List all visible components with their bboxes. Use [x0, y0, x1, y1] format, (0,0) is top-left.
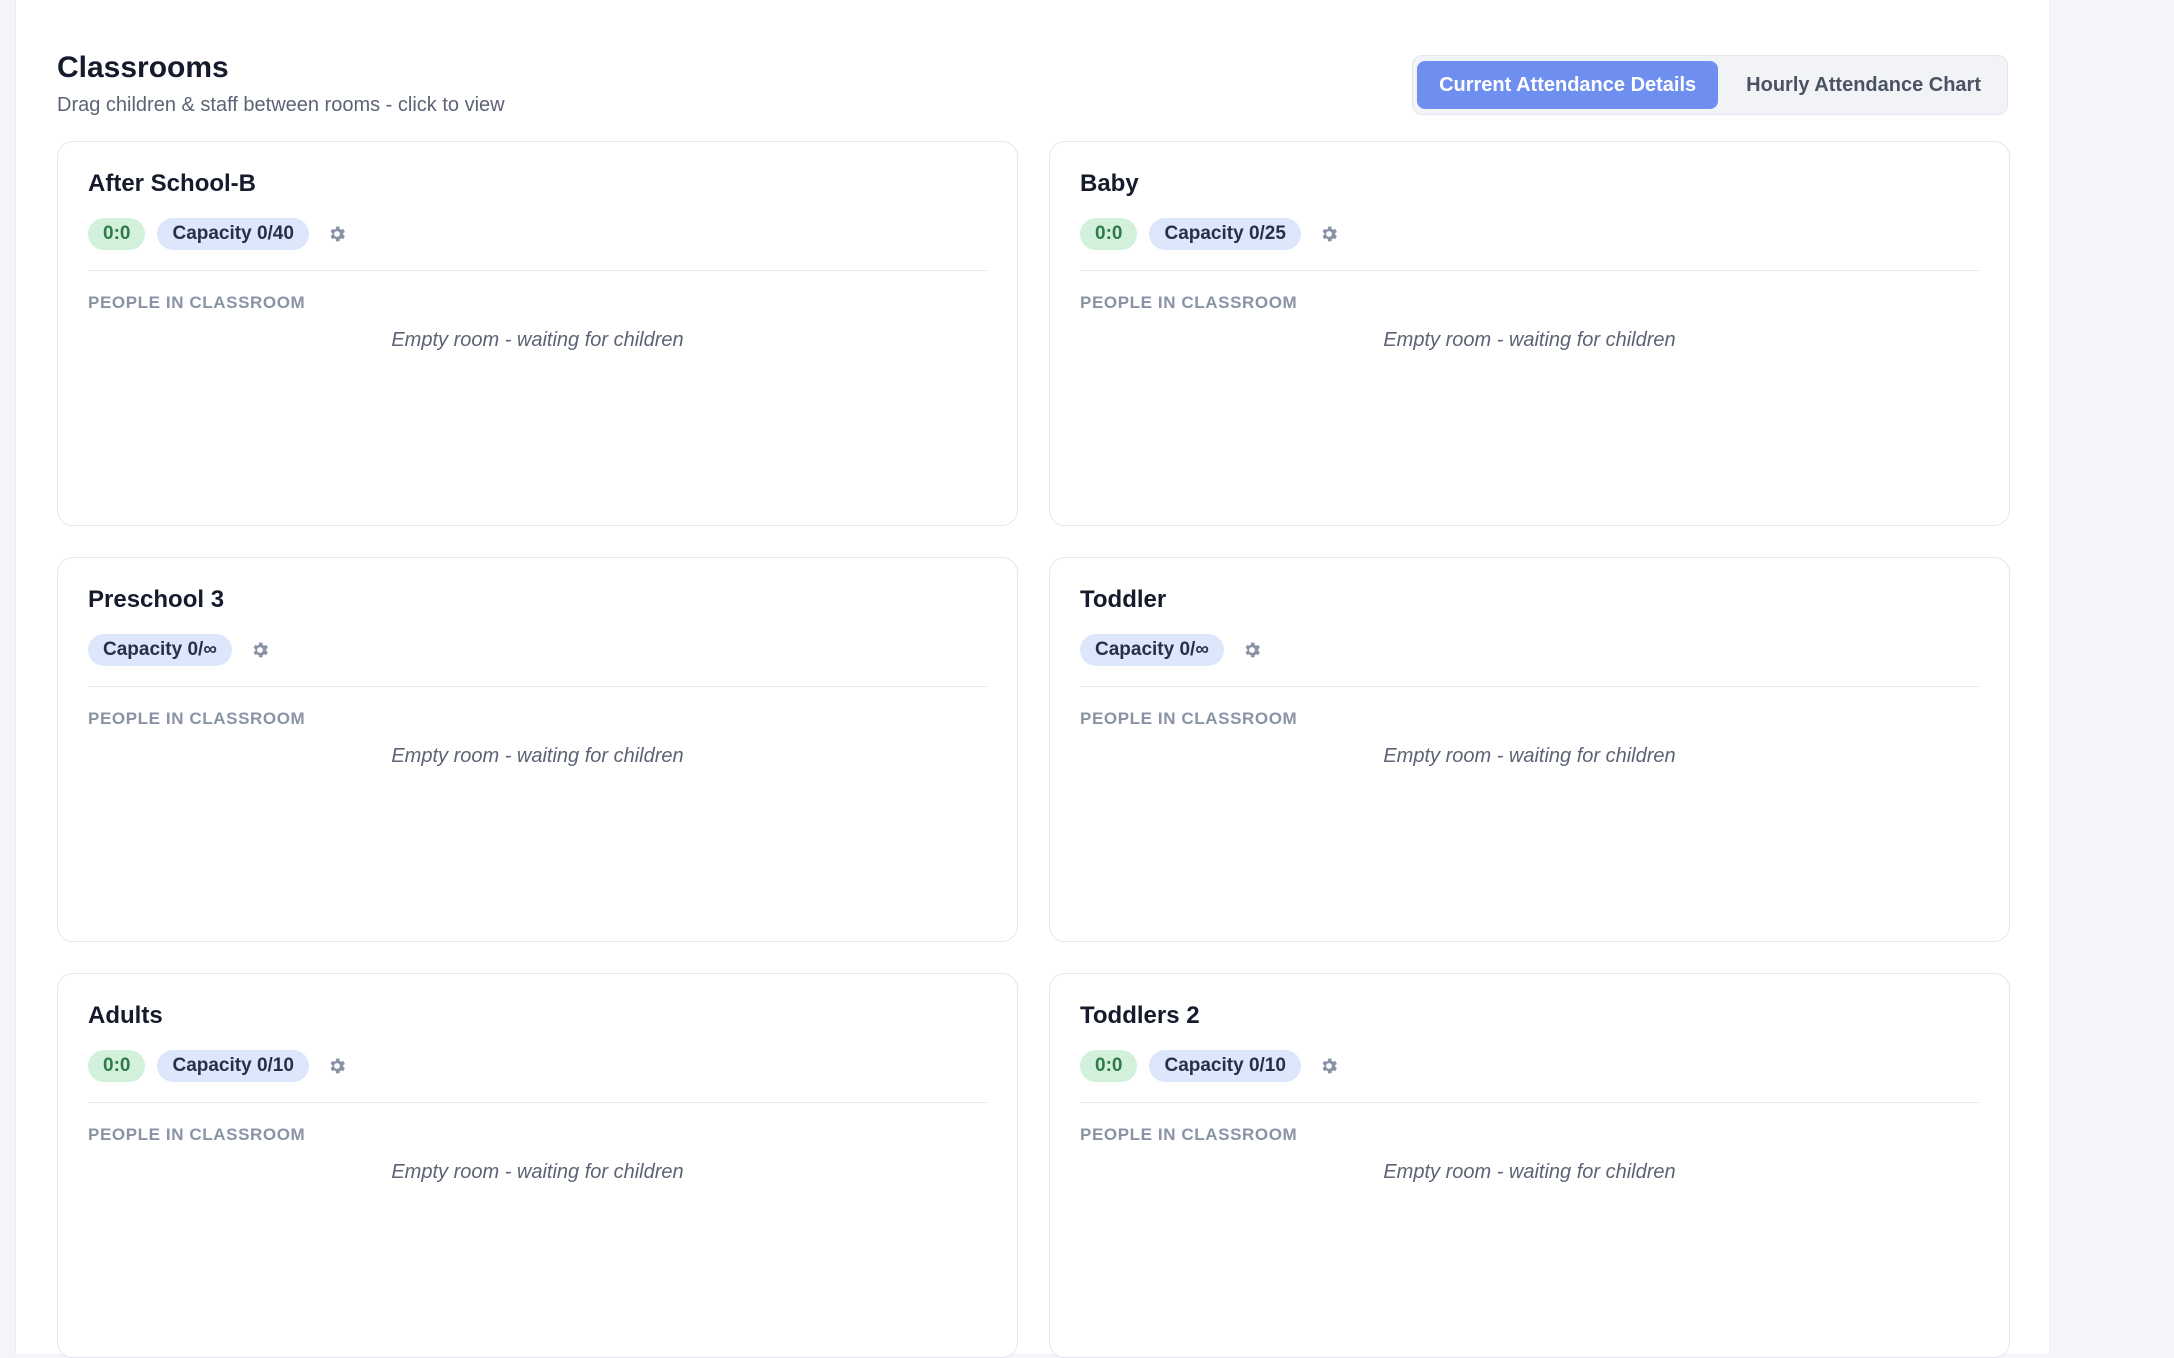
classroom-card[interactable]: After School-B 0:0 Capacity 0/40 PEOPLE …: [57, 141, 1018, 526]
capacity-badge: Capacity 0/10: [1149, 1050, 1301, 1082]
capacity-badge: Capacity 0/25: [1149, 218, 1301, 250]
page-header: Classrooms Drag children & staff between…: [57, 48, 2008, 118]
gear-icon[interactable]: [325, 1054, 349, 1078]
classroom-card[interactable]: Preschool 3 Capacity 0/∞ PEOPLE IN CLASS…: [57, 557, 1018, 942]
classroom-badges: 0:0 Capacity 0/10: [88, 1050, 987, 1082]
gear-icon[interactable]: [1240, 638, 1264, 662]
ratio-badge: 0:0: [1080, 218, 1138, 250]
empty-room-message: Empty room - waiting for children: [391, 1161, 684, 1183]
gear-icon[interactable]: [1317, 222, 1341, 246]
classroom-name[interactable]: Preschool 3: [88, 584, 987, 616]
gear-icon[interactable]: [325, 222, 349, 246]
classroom-badges: Capacity 0/∞: [1080, 634, 1979, 666]
classroom-name[interactable]: Baby: [1080, 168, 1979, 200]
divider: [88, 686, 987, 687]
classroom-badges: 0:0 Capacity 0/40: [88, 218, 987, 250]
empty-room-message: Empty room - waiting for children: [1383, 329, 1676, 351]
capacity-badge: Capacity 0/∞: [88, 634, 232, 666]
divider: [1080, 1102, 1979, 1103]
classroom-card[interactable]: Toddler Capacity 0/∞ PEOPLE IN CLASSROOM…: [1049, 557, 2010, 942]
classroom-name[interactable]: After School-B: [88, 168, 987, 200]
right-margin: [2051, 0, 2174, 1354]
ratio-badge: 0:0: [1080, 1050, 1138, 1082]
empty-room-message: Empty room - waiting for children: [391, 745, 684, 767]
ratio-badge: 0:0: [88, 218, 146, 250]
gear-icon[interactable]: [1317, 1054, 1341, 1078]
divider: [88, 1102, 987, 1103]
capacity-badge: Capacity 0/40: [157, 218, 309, 250]
people-section-label: PEOPLE IN CLASSROOM: [1080, 1125, 1298, 1144]
classroom-card[interactable]: Toddlers 2 0:0 Capacity 0/10 PEOPLE IN C…: [1049, 973, 2010, 1358]
capacity-badge: Capacity 0/10: [157, 1050, 309, 1082]
ratio-badge: 0:0: [88, 1050, 146, 1082]
gear-icon[interactable]: [248, 638, 272, 662]
classroom-card[interactable]: Adults 0:0 Capacity 0/10 PEOPLE IN CLASS…: [57, 973, 1018, 1358]
classroom-badges: Capacity 0/∞: [88, 634, 987, 666]
hourly-attendance-chart-tab[interactable]: Hourly Attendance Chart: [1724, 61, 2003, 109]
classroom-badges: 0:0 Capacity 0/10: [1080, 1050, 1979, 1082]
capacity-badge: Capacity 0/∞: [1080, 634, 1224, 666]
divider: [88, 270, 987, 271]
classrooms-panel: Classrooms Drag children & staff between…: [15, 0, 2050, 1358]
empty-room-message: Empty room - waiting for children: [1383, 745, 1676, 767]
classroom-name[interactable]: Toddler: [1080, 584, 1979, 616]
divider: [1080, 686, 1979, 687]
people-section-label: PEOPLE IN CLASSROOM: [1080, 709, 1298, 728]
view-toggle: Current Attendance Details Hourly Attend…: [1412, 55, 2008, 115]
classroom-badges: 0:0 Capacity 0/25: [1080, 218, 1979, 250]
classroom-card[interactable]: Baby 0:0 Capacity 0/25 PEOPLE IN CLASSRO…: [1049, 141, 2010, 526]
classroom-grid: After School-B 0:0 Capacity 0/40 PEOPLE …: [57, 141, 2010, 1358]
empty-room-message: Empty room - waiting for children: [391, 329, 684, 351]
current-attendance-details-tab[interactable]: Current Attendance Details: [1417, 61, 1719, 109]
people-section-label: PEOPLE IN CLASSROOM: [88, 1125, 306, 1144]
people-section-label: PEOPLE IN CLASSROOM: [88, 293, 306, 312]
people-section-label: PEOPLE IN CLASSROOM: [88, 709, 306, 728]
people-section-label: PEOPLE IN CLASSROOM: [1080, 293, 1298, 312]
divider: [1080, 270, 1979, 271]
empty-room-message: Empty room - waiting for children: [1383, 1161, 1676, 1183]
classroom-name[interactable]: Adults: [88, 1000, 987, 1032]
classroom-name[interactable]: Toddlers 2: [1080, 1000, 1979, 1032]
